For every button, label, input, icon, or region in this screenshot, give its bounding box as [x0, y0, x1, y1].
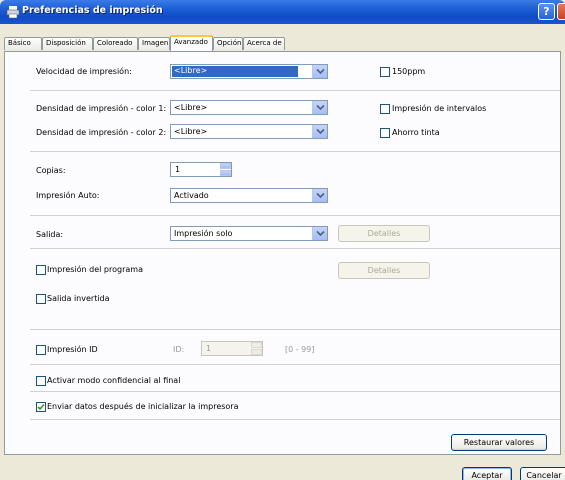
- output-select[interactable]: Impresión solo: [170, 226, 328, 241]
- ink-save-checkbox[interactable]: [380, 128, 390, 138]
- divider: [30, 90, 560, 91]
- checkmark-icon: [37, 403, 45, 411]
- copies-stepper[interactable]: 1: [170, 162, 232, 177]
- program-details-button[interactable]: Detalles: [338, 262, 430, 279]
- send-after-init-label: Enviar datos después de inicializar la i…: [47, 402, 239, 411]
- divider: [30, 419, 560, 420]
- id-range: [0 - 99]: [285, 345, 315, 354]
- id-value: 1: [206, 344, 212, 353]
- tab-avanzado[interactable]: Avanzado: [170, 35, 213, 51]
- speed-value: <Libre>: [172, 66, 298, 77]
- confidential-checkbox[interactable]: [36, 376, 46, 386]
- divider: [30, 215, 560, 216]
- auto-print-value: Activado: [174, 191, 209, 200]
- tab-disposicion[interactable]: Disposición: [42, 37, 93, 50]
- tab-coloreado[interactable]: Coloreado: [93, 37, 138, 50]
- print-id-label: Impresión ID: [47, 345, 98, 354]
- chevron-down-icon: [312, 227, 327, 240]
- ppm150-label: 150ppm: [392, 67, 426, 76]
- density1-select[interactable]: <Libre>: [170, 100, 328, 115]
- density1-value: <Libre>: [174, 103, 208, 112]
- title-bar: Preferencias de impresión ?: [0, 0, 565, 24]
- ppm150-checkbox[interactable]: [380, 67, 390, 77]
- divider: [30, 248, 560, 249]
- auto-print-label: Impresión Auto:: [36, 191, 100, 200]
- send-after-init-checkbox[interactable]: [36, 402, 46, 412]
- speed-label: Velocidad de impresión:: [36, 67, 132, 76]
- print-id-checkbox[interactable]: [36, 345, 46, 355]
- copies-value: 1: [175, 165, 181, 174]
- copies-label: Copias:: [36, 166, 66, 175]
- id-label: ID:: [173, 345, 185, 354]
- speed-select[interactable]: <Libre>: [170, 64, 328, 79]
- print-preferences-window: Preferencias de impresión ? Básico Dispo…: [0, 0, 565, 480]
- help-button[interactable]: ?: [538, 3, 555, 20]
- chevron-down-icon: [312, 101, 327, 114]
- divider: [30, 151, 560, 152]
- divider: [30, 329, 560, 330]
- spin-down-button[interactable]: [251, 349, 262, 355]
- divider: [30, 364, 560, 365]
- interval-checkbox[interactable]: [380, 104, 390, 114]
- tab-basico[interactable]: Básico: [4, 37, 42, 50]
- tab-opcion[interactable]: Opción: [213, 37, 243, 50]
- accept-button[interactable]: Aceptar: [462, 467, 512, 480]
- window-title: Preferencias de impresión: [22, 5, 163, 16]
- density1-label: Densidad de impresión - color 1:: [36, 104, 167, 113]
- cancel-button[interactable]: Cancelar: [520, 467, 565, 480]
- confidential-label: Activar modo confidencial al final: [47, 376, 181, 385]
- output-value: Impresión solo: [174, 229, 233, 238]
- density2-value: <Libre>: [174, 127, 208, 136]
- spin-up-button[interactable]: [220, 163, 231, 169]
- chevron-down-icon: [312, 65, 327, 78]
- ink-save-label: Ahorro tinta: [392, 128, 440, 137]
- program-print-label: Impresión del programa: [47, 265, 143, 274]
- chevron-down-icon: [312, 125, 327, 138]
- auto-print-select[interactable]: Activado: [170, 188, 328, 203]
- density2-label: Densidad de impresión - color 2:: [36, 128, 167, 137]
- spin-up-button[interactable]: [251, 342, 262, 348]
- divider: [30, 391, 560, 392]
- interval-label: Impresión de intervalos: [392, 104, 487, 113]
- output-details-button[interactable]: Detalles: [338, 225, 430, 242]
- chevron-down-icon: [312, 189, 327, 202]
- output-label: Salida:: [36, 230, 64, 239]
- tab-acerca-de[interactable]: Acerca de: [243, 37, 285, 50]
- printer-icon: [6, 5, 20, 19]
- inverted-output-label: Salida invertida: [47, 294, 110, 303]
- id-stepper[interactable]: 1: [201, 341, 263, 356]
- tab-imagen[interactable]: Imagen: [138, 37, 170, 50]
- inverted-output-checkbox[interactable]: [36, 294, 46, 304]
- close-button[interactable]: [557, 3, 565, 20]
- density2-select[interactable]: <Libre>: [170, 124, 328, 139]
- program-print-checkbox[interactable]: [36, 265, 46, 275]
- restore-defaults-button[interactable]: Restaurar valores: [451, 434, 547, 451]
- spin-down-button[interactable]: [220, 170, 231, 176]
